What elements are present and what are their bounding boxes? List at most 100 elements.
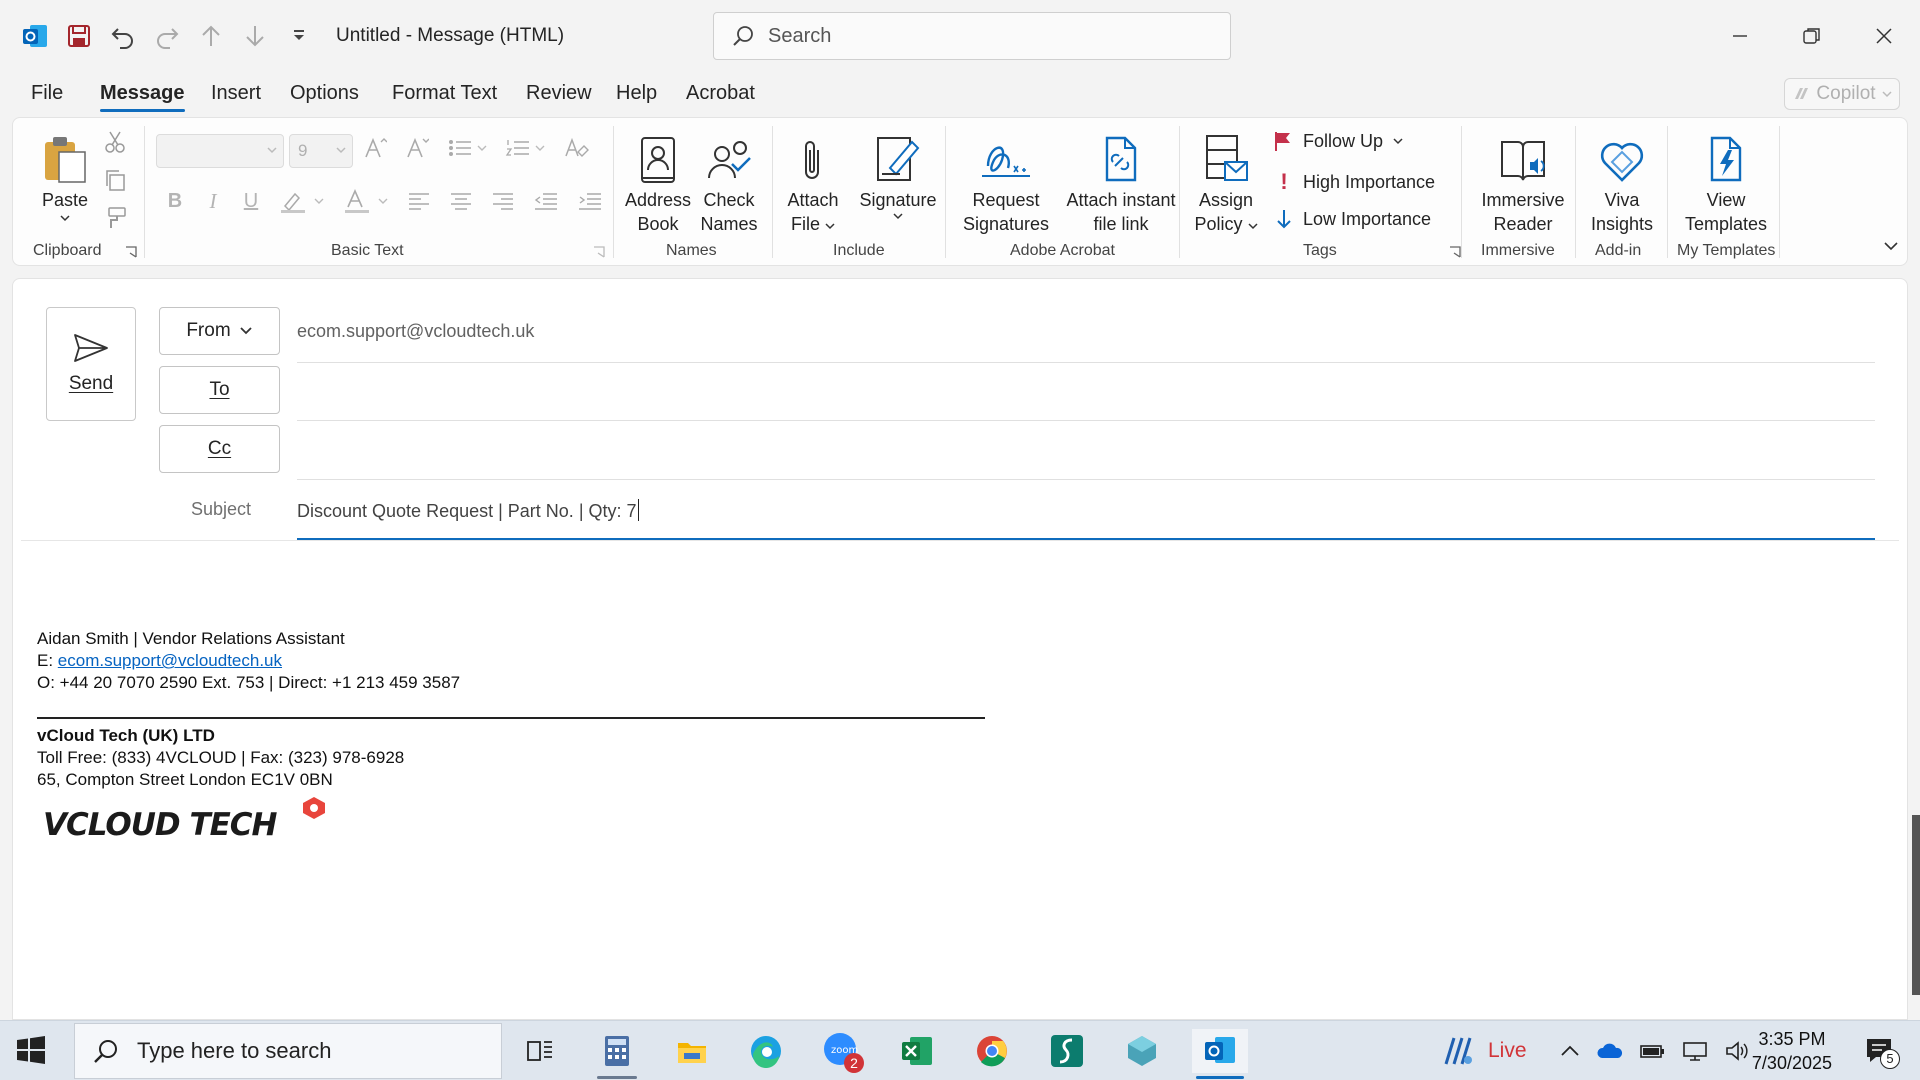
tab-insert[interactable]: Insert (211, 82, 261, 105)
dialog-launcher-icon[interactable] (1449, 246, 1461, 258)
font-name-combo[interactable] (156, 134, 284, 168)
dialog-launcher-icon[interactable] (593, 246, 605, 258)
tab-message[interactable]: Message (100, 82, 185, 112)
templates-icon (1706, 128, 1746, 184)
tab-file[interactable]: File (31, 82, 63, 105)
search-box[interactable]: Search (713, 12, 1231, 60)
high-importance-button[interactable]: ! High Importance (1275, 169, 1435, 195)
bold-icon[interactable]: B (165, 190, 185, 213)
viva-insights-button[interactable]: Viva Insights (1583, 128, 1661, 236)
font-size-combo[interactable]: 9 (289, 134, 353, 168)
increase-indent-icon[interactable] (577, 190, 603, 212)
taskbar-search[interactable]: Type here to search (74, 1023, 502, 1079)
signature-button[interactable]: Signature (853, 128, 943, 220)
viva-insights-icon (1599, 128, 1645, 184)
shrink-font-icon[interactable] (405, 136, 429, 160)
battery-icon[interactable] (1640, 1043, 1666, 1059)
view-templates-button[interactable]: View Templates (1675, 128, 1777, 236)
restore-button[interactable] (1776, 0, 1848, 72)
taskbar-clock[interactable]: 3:35 PM 7/30/2025 (1752, 1027, 1832, 1075)
signature-email-link[interactable]: ecom.support@vcloudtech.uk (58, 651, 282, 670)
copilot-button[interactable]: Copilot (1784, 78, 1900, 110)
attach-instant-file-link-button[interactable]: Attach instant file link (1059, 128, 1183, 236)
onedrive-icon[interactable] (1596, 1042, 1624, 1060)
tab-acrobat[interactable]: Acrobat (686, 82, 755, 105)
tab-review[interactable]: Review (526, 82, 592, 105)
clear-formatting-icon[interactable] (563, 136, 589, 160)
decrease-indent-icon[interactable] (533, 190, 559, 212)
chevron-down-icon (1393, 137, 1403, 145)
numbering-icon[interactable] (505, 136, 545, 160)
script-app-icon[interactable] (1043, 1029, 1091, 1073)
grow-font-icon[interactable] (363, 136, 387, 160)
window-controls (1704, 0, 1920, 72)
cc-button[interactable]: Cc (159, 425, 280, 473)
notifications-icon[interactable]: 5 (1864, 1035, 1900, 1069)
align-right-icon[interactable] (491, 190, 515, 212)
italic-icon[interactable]: I (203, 189, 223, 214)
close-button[interactable] (1848, 0, 1920, 72)
volume-icon[interactable] (1724, 1040, 1750, 1062)
scrollbar-thumb[interactable] (1912, 815, 1920, 995)
chevron-down-icon (60, 214, 70, 222)
immersive-reader-button[interactable]: Immersive Reader (1471, 128, 1575, 236)
dialog-launcher-icon[interactable] (125, 246, 137, 258)
zoom-app-icon[interactable]: zoom 2 (818, 1029, 866, 1073)
follow-up-button[interactable]: Follow Up (1273, 130, 1403, 152)
subject-input[interactable]: Discount Quote Request | Part No. | Qty:… (297, 499, 639, 522)
send-button[interactable]: Send (46, 307, 136, 421)
chrome-icon[interactable] (968, 1029, 1016, 1073)
network-icon[interactable] (1682, 1040, 1708, 1062)
cube-app-icon[interactable] (1118, 1029, 1166, 1073)
tab-help[interactable]: Help (616, 82, 657, 105)
calculator-icon[interactable] (593, 1029, 641, 1079)
font-color-icon[interactable] (343, 188, 389, 214)
from-field[interactable]: ecom.support@vcloudtech.uk (297, 321, 534, 342)
up-arrow-icon[interactable] (196, 21, 226, 51)
highlight-icon[interactable] (279, 188, 325, 214)
minimize-button[interactable] (1704, 0, 1776, 72)
request-signatures-button[interactable]: Request Signatures (958, 128, 1054, 236)
save-icon[interactable] (64, 21, 94, 51)
chevron-up-icon[interactable] (1560, 1044, 1580, 1058)
redo-icon[interactable] (152, 21, 182, 51)
align-center-icon[interactable] (449, 190, 473, 212)
align-left-icon[interactable] (407, 190, 431, 212)
underline-icon[interactable]: U (241, 190, 261, 213)
excel-icon[interactable] (893, 1029, 941, 1073)
copy-icon[interactable] (103, 168, 127, 192)
notification-count-badge: 5 (1880, 1049, 1900, 1069)
chevron-down-icon (1882, 89, 1892, 99)
attach-file-button[interactable]: Attach File (783, 128, 843, 236)
check-names-button[interactable]: Check Names (696, 128, 762, 236)
signature-address-line: 65, Compton Street London EC1V 0BN (37, 770, 333, 789)
cc-input[interactable] (297, 429, 1875, 469)
live-widget[interactable]: Live (1440, 1021, 1527, 1080)
tab-options[interactable]: Options (290, 82, 359, 105)
down-arrow-icon[interactable] (240, 21, 270, 51)
vcloud-tech-logo: VCLOUD TECH (43, 795, 343, 847)
task-view-icon[interactable] (516, 1029, 564, 1073)
outlook-taskbar-icon[interactable] (1192, 1029, 1248, 1079)
customize-qat-icon[interactable] (284, 21, 314, 51)
from-button[interactable]: From (159, 307, 280, 355)
cut-icon[interactable] (103, 130, 127, 154)
collapse-ribbon-icon[interactable] (1883, 240, 1899, 252)
down-arrow-icon (1275, 208, 1293, 230)
to-input[interactable] (297, 369, 1875, 409)
edge-browser-icon[interactable] (742, 1029, 790, 1073)
low-importance-button[interactable]: Low Importance (1275, 208, 1431, 230)
address-book-button[interactable]: Address Book (623, 128, 693, 236)
undo-icon[interactable] (108, 21, 138, 51)
tab-format-text[interactable]: Format Text (392, 82, 497, 105)
immersive-reader-icon (1498, 128, 1548, 184)
system-tray (1560, 1021, 1750, 1080)
chevron-down-icon (267, 145, 277, 155)
to-button[interactable]: To (159, 366, 280, 414)
assign-policy-button[interactable]: Assign Policy (1189, 128, 1263, 236)
file-explorer-icon[interactable] (668, 1029, 716, 1073)
bullets-icon[interactable] (447, 136, 487, 160)
windows-start-icon[interactable] (16, 1035, 46, 1065)
paste-button[interactable]: Paste (37, 128, 93, 222)
format-painter-icon[interactable] (103, 206, 127, 230)
